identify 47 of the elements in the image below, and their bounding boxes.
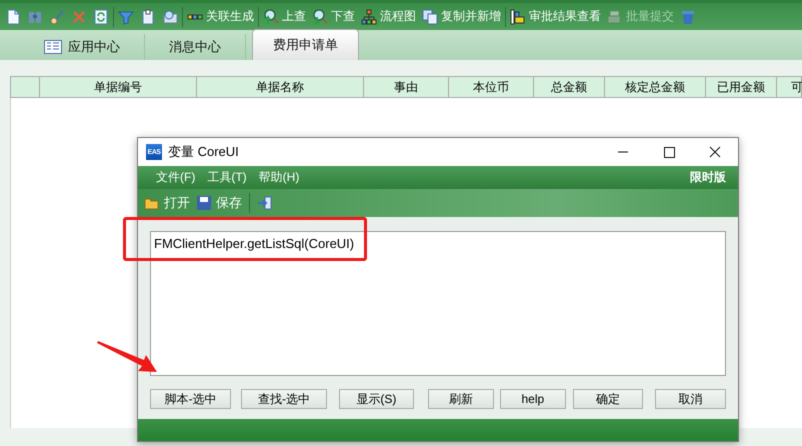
filter-icon [118, 8, 134, 24]
clipboard-icon [140, 8, 156, 24]
column-header[interactable]: 事由 [363, 77, 448, 97]
dialog-button[interactable]: 确定 [573, 389, 643, 409]
column-header[interactable]: 总金额 [533, 77, 604, 97]
menu-item[interactable]: 文件(F) [156, 169, 196, 186]
refresh-icon [93, 8, 109, 24]
column-header[interactable]: 核定总金额 [604, 77, 705, 97]
dialog-button[interactable]: 查找-选中 [241, 389, 327, 409]
save-button[interactable]: 保存 [196, 194, 242, 212]
dialog-button[interactable]: help [500, 389, 566, 409]
export-icon[interactable] [257, 195, 273, 211]
printer-icon [607, 8, 623, 24]
dialog-button[interactable]: 脚本-选中 [150, 389, 232, 409]
toolbar-button[interactable]: 关联生成 [184, 4, 257, 28]
search-icon [312, 8, 328, 24]
document-icon [5, 8, 21, 24]
menu-item[interactable]: 帮助(H) [258, 169, 300, 186]
arrow-annotation [96, 340, 158, 374]
dialog-button[interactable]: 显示(S) [338, 389, 414, 409]
column-header[interactable]: 已用金额 [705, 77, 776, 97]
flowchart-icon [361, 8, 377, 24]
toolbar-button[interactable]: 上查 [260, 4, 309, 28]
window-title: 变量 CoreUI [168, 143, 239, 161]
toolbar-button[interactable]: 下查 [309, 4, 358, 28]
column-header[interactable]: 单据名称 [196, 77, 363, 97]
link-icon [187, 14, 203, 20]
column-header[interactable]: 本位币 [448, 77, 533, 97]
dialog-button[interactable]: 刷新 [428, 389, 494, 409]
open-button[interactable]: 打开 [144, 194, 190, 212]
bar-chart-icon [510, 8, 526, 24]
preview-icon [162, 8, 178, 24]
toolbar-button[interactable]: 审批结果查看 [507, 4, 604, 28]
edition-label: 限时版 [690, 169, 726, 186]
brush-icon [49, 8, 65, 24]
script-text-area[interactable]: FMClientHelper.getListSql(CoreUI) [150, 231, 726, 376]
tab[interactable]: 费用申请单 [252, 29, 359, 60]
list-icon [44, 40, 62, 54]
close-icon [71, 8, 87, 24]
copy-icon [422, 8, 438, 24]
toolbar-button[interactable]: 复制并新增 [419, 4, 504, 28]
search-icon [263, 8, 279, 24]
trash-icon [680, 8, 696, 24]
column-header[interactable]: 单据编号 [39, 77, 196, 97]
menu-item[interactable]: 工具(T) [207, 169, 247, 186]
dialog-button[interactable]: 取消 [654, 389, 726, 409]
toolbar-button[interactable]: 流程图 [358, 4, 419, 28]
